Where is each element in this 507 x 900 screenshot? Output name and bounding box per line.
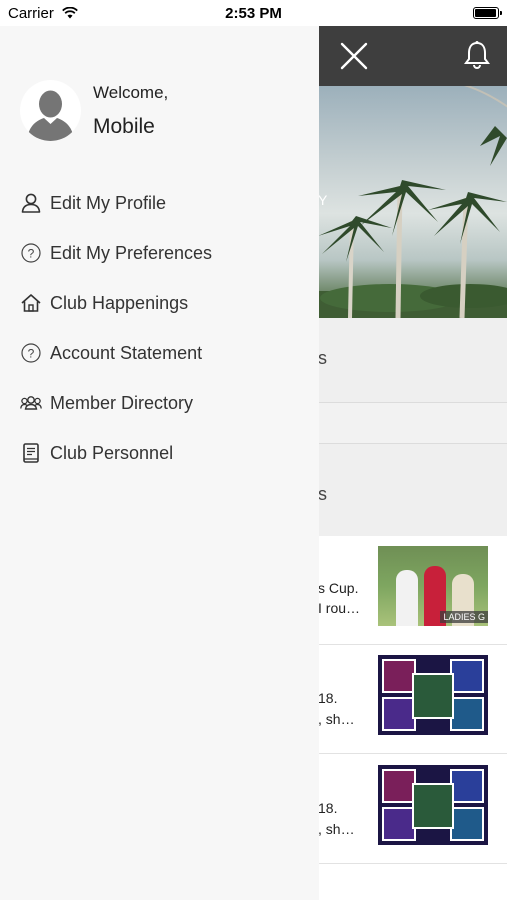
menu-item-label: Edit My Profile: [50, 193, 167, 213]
menu-item-label: Edit My Preferences: [50, 243, 213, 263]
person-icon: [20, 192, 42, 214]
menu-item-edit-preferences[interactable]: ? Edit My Preferences: [20, 236, 310, 272]
menu-item-club-personnel[interactable]: Club Personnel: [20, 436, 310, 472]
menu-item-label: Club Personnel: [50, 443, 174, 463]
question-circle-icon: ?: [20, 342, 42, 364]
menu-item-club-happenings[interactable]: Club Happenings: [20, 286, 310, 322]
status-bar: Carrier 2:53 PM: [0, 0, 507, 26]
menu-item-account-statement[interactable]: ? Account Statement: [20, 336, 310, 372]
section-title: s: [318, 348, 327, 368]
menu-item-member-directory[interactable]: Member Directory: [20, 386, 310, 422]
news-text-line: , sh…: [318, 821, 355, 837]
news-text-line: s Cup.: [318, 580, 359, 596]
bell-icon[interactable]: [463, 40, 491, 70]
news-thumbnail: LADIES G: [378, 546, 488, 626]
user-name: Mobile: [93, 115, 155, 138]
book-icon: [20, 442, 42, 464]
svg-text:?: ?: [28, 247, 35, 261]
side-drawer: Welcome, Mobile Edit My Profile ? Edit M…: [0, 26, 319, 900]
person-silhouette-icon: [27, 90, 74, 141]
welcome-text: Welcome,: [93, 83, 169, 102]
news-text-line: , sh…: [318, 711, 355, 727]
svg-text:?: ?: [28, 347, 35, 361]
menu-item-label: Member Directory: [50, 393, 194, 413]
news-thumbnail: [378, 765, 488, 845]
battery-icon: [473, 7, 502, 19]
news-text-line: 18.: [318, 690, 338, 706]
close-icon[interactable]: [340, 42, 368, 70]
thumbnail-badge: LADIES G: [440, 611, 488, 623]
news-thumbnail: [378, 655, 488, 735]
hero-caption: Y: [318, 192, 329, 208]
news-text-line: I rou…: [318, 600, 361, 616]
group-icon: [20, 392, 42, 414]
menu-item-label: Account Statement: [50, 343, 203, 363]
menu-item-edit-profile[interactable]: Edit My Profile: [20, 186, 310, 222]
clock-time: 2:53 PM: [225, 5, 282, 22]
news-text-line: 18.: [318, 800, 338, 816]
question-circle-icon: ?: [20, 242, 42, 264]
menu-item-label: Club Happenings: [50, 293, 189, 313]
home-icon: [20, 292, 42, 314]
avatar[interactable]: [20, 80, 81, 141]
section-title: s: [318, 484, 327, 504]
